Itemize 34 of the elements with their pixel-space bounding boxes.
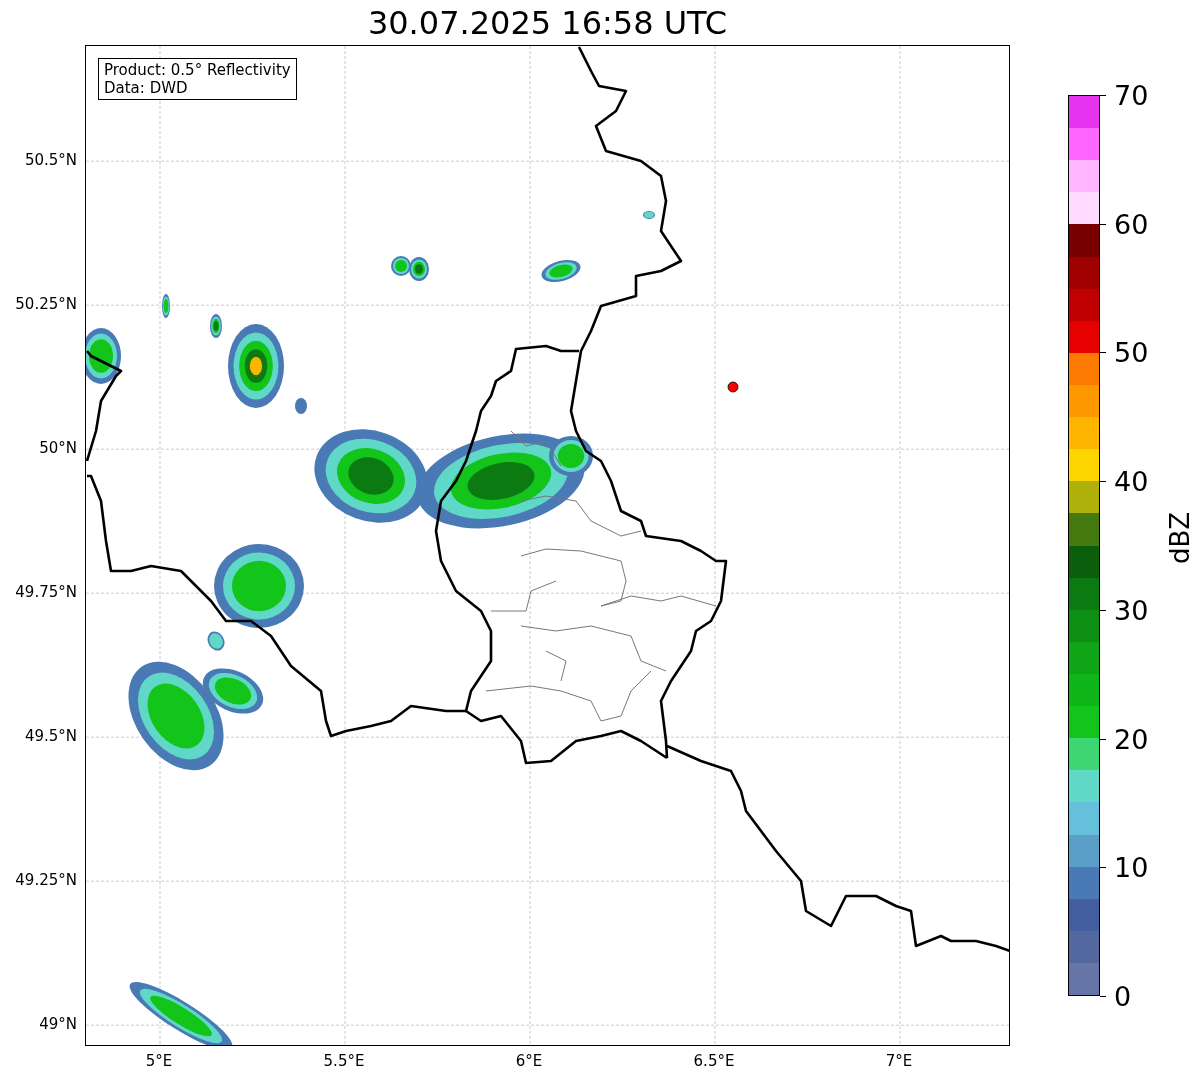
- plot-title: 30.07.2025 16:58 UTC: [367, 6, 728, 39]
- radar-echo: [643, 211, 655, 219]
- colorbar-tick-label: 0: [1114, 982, 1132, 1010]
- radar-echo: [295, 398, 307, 414]
- colorbar-tick-label: 20: [1114, 725, 1149, 753]
- radar-echo: [541, 260, 581, 282]
- colorbar-tick-label: 60: [1114, 210, 1149, 238]
- radar-echo: [210, 314, 222, 338]
- location-marker: [727, 381, 739, 393]
- latitude-label: 50°N: [39, 440, 77, 456]
- longitude-label: 6°E: [515, 1054, 543, 1069]
- latitude-label: 49.75°N: [15, 584, 77, 600]
- info-text: Product: 0.5° Reflectivity: [104, 61, 291, 79]
- colorbar-label: dBZ: [1167, 511, 1194, 565]
- latitude-label: 49°N: [39, 1016, 77, 1032]
- latitude-label: 49.5°N: [24, 728, 77, 744]
- longitude-label: 7°E: [885, 1054, 913, 1069]
- info-text: Data: DWD: [104, 79, 189, 97]
- colorbar-tick-label: 30: [1114, 596, 1149, 624]
- radar-echo: [391, 256, 411, 276]
- latitude-label: 49.25°N: [15, 872, 77, 888]
- radar-echo: [86, 328, 121, 384]
- colorbar-tick-label: 10: [1114, 853, 1149, 881]
- radar-echo: [162, 294, 170, 318]
- latitude-label: 50.5°N: [24, 152, 77, 168]
- latitude-label: 50.25°N: [15, 296, 77, 312]
- longitude-label: 5°E: [145, 1054, 173, 1069]
- radar-echo: [409, 257, 429, 281]
- longitude-label: 5.5°E: [323, 1054, 365, 1069]
- radar-echo: [207, 631, 225, 651]
- colorbar-tick-label: 70: [1114, 81, 1149, 109]
- colorbar-tick-label: 40: [1114, 467, 1149, 495]
- colorbar-tick-label: 50: [1114, 338, 1149, 366]
- longitude-label: 6.5°E: [693, 1054, 735, 1069]
